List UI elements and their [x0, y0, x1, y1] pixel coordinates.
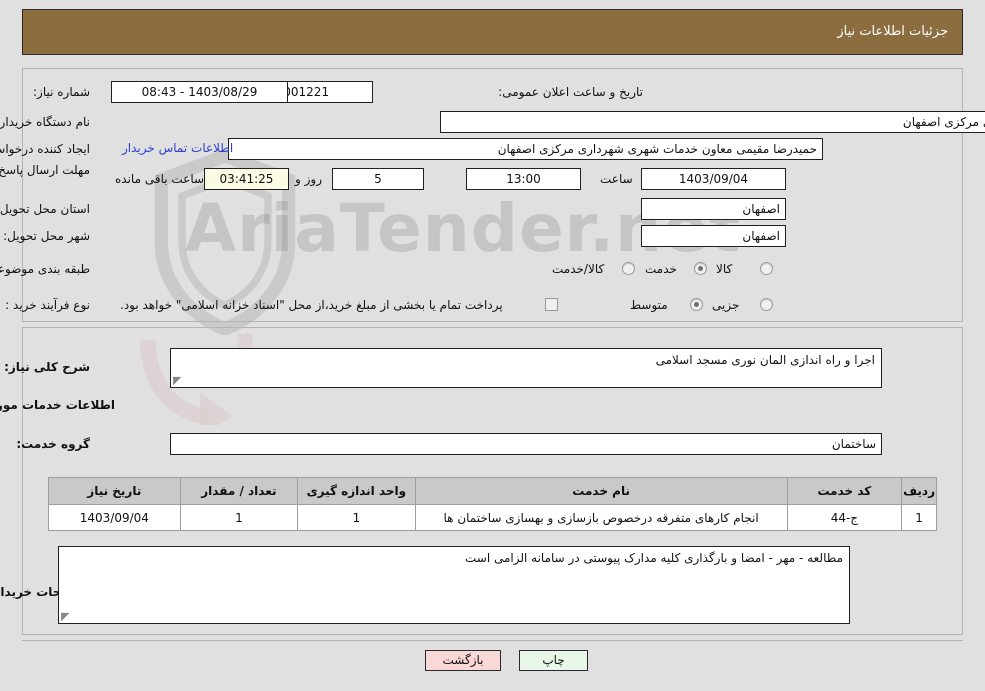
remaining-time-value: 03:41:25	[204, 168, 289, 190]
th-name: نام خدمت	[414, 477, 788, 505]
deadline-hour-label: ساعت	[600, 172, 633, 186]
td-radif: 1	[901, 504, 937, 531]
td-name: انجام کارهای متفرقه درخصوص بازسازی و بهس…	[414, 504, 788, 531]
province-label: استان محل تحویل:	[0, 202, 90, 216]
public-announce-label: تاریخ و ساعت اعلان عمومی:	[498, 85, 643, 99]
process-label: نوع فرآیند خرید :	[5, 298, 90, 312]
public-announce-value: 1403/08/29 - 08:43	[111, 81, 288, 103]
province-value: اصفهان	[641, 198, 786, 220]
back-button[interactable]: بازگشت	[425, 650, 501, 671]
deadline-date-value: 1403/09/04	[641, 168, 786, 190]
category-option-kala-khedmat-label: کالا/خدمت	[552, 262, 605, 276]
radio-category-khedmat[interactable]	[694, 262, 707, 275]
need-number-label: شماره نیاز:	[33, 85, 90, 99]
th-date: تاریخ نیاز	[48, 477, 181, 505]
general-desc-textarea[interactable]: اجرا و راه اندازی المان نوری مسجد اسلامی…	[170, 348, 882, 388]
creator-label: ایجاد کننده درخواست:	[0, 142, 90, 156]
buyer-notes-value: مطالعه - مهر - امضا و بارگذاری کلیه مدار…	[464, 551, 843, 565]
process-option-jozei-label: جزیی	[712, 298, 740, 312]
td-code: ج-44	[786, 504, 903, 531]
service-group-label: گروه خدمت:	[16, 437, 90, 451]
remaining-days-label: روز و	[295, 172, 322, 186]
city-value: اصفهان	[641, 225, 786, 247]
deadline-label: مهلت ارسال پاسخ: تا تاریخ:	[0, 163, 90, 177]
td-date: 1403/09/04	[48, 504, 181, 531]
footer-divider	[22, 640, 963, 641]
category-option-khedmat-label: خدمت	[645, 262, 677, 276]
city-label: شهر محل تحویل:	[3, 229, 90, 243]
resize-grip-icon[interactable]: ◥	[173, 374, 183, 387]
buyer-org-value: شهرداری مرکزی اصفهان	[440, 111, 985, 133]
treasury-checkbox-label: پرداخت تمام یا بخشی از مبلغ خرید،از محل …	[120, 298, 503, 312]
category-label: طبقه بندی موضوعی:	[0, 262, 90, 276]
td-unit: 1	[297, 504, 416, 531]
resize-grip-icon-notes[interactable]: ◥	[61, 610, 71, 623]
services-section-title: اطلاعات خدمات مورد نیاز	[0, 398, 115, 412]
radio-category-kala-khedmat[interactable]	[622, 262, 635, 275]
radio-category-kala[interactable]	[760, 262, 773, 275]
deadline-hour-value: 13:00	[466, 168, 581, 190]
category-option-kala-label: کالا	[716, 262, 733, 276]
td-qty: 1	[179, 504, 299, 531]
buyer-org-label: نام دستگاه خریدار:	[0, 115, 90, 129]
th-qty: تعداد / مقدار	[179, 477, 299, 505]
services-table: ردیف کد خدمت نام خدمت واحد اندازه گیری ت…	[48, 477, 937, 531]
service-group-value: ساختمان	[170, 433, 882, 455]
th-radif: ردیف	[901, 477, 937, 505]
remaining-time-label: ساعت باقی مانده	[115, 172, 205, 186]
buyer-notes-textarea[interactable]: مطالعه - مهر - امضا و بارگذاری کلیه مدار…	[58, 546, 850, 624]
treasury-checkbox[interactable]	[545, 298, 558, 311]
page-title: جزئیات اطلاعات نیاز	[837, 24, 948, 39]
radio-process-jozei[interactable]	[760, 298, 773, 311]
th-code: کد خدمت	[786, 477, 903, 505]
remaining-days-value: 5	[332, 168, 424, 190]
radio-process-motavaset[interactable]	[690, 298, 703, 311]
table-header-row: ردیف کد خدمت نام خدمت واحد اندازه گیری ت…	[48, 477, 937, 505]
print-button[interactable]: چاپ	[519, 650, 588, 671]
process-option-motavaset-label: متوسط	[630, 298, 668, 312]
buyer-contact-link[interactable]: اطلاعات تماس خریدار	[122, 141, 233, 155]
creator-value: حمیدرضا مقیمی معاون خدمات شهری شهرداری م…	[228, 138, 823, 160]
general-desc-label: شرح کلی نیاز:	[4, 360, 90, 374]
th-unit: واحد اندازه گیری	[297, 477, 416, 505]
header-bar: جزئیات اطلاعات نیاز	[22, 9, 963, 55]
table-row: 1 ج-44 انجام کارهای متفرقه درخصوص بازساز…	[48, 504, 937, 531]
need-info-panel	[22, 68, 963, 322]
general-desc-value: اجرا و راه اندازی المان نوری مسجد اسلامی	[655, 353, 875, 367]
page-root: AriaTender.net جزئیات اطلاعات نیاز شماره…	[0, 0, 985, 691]
